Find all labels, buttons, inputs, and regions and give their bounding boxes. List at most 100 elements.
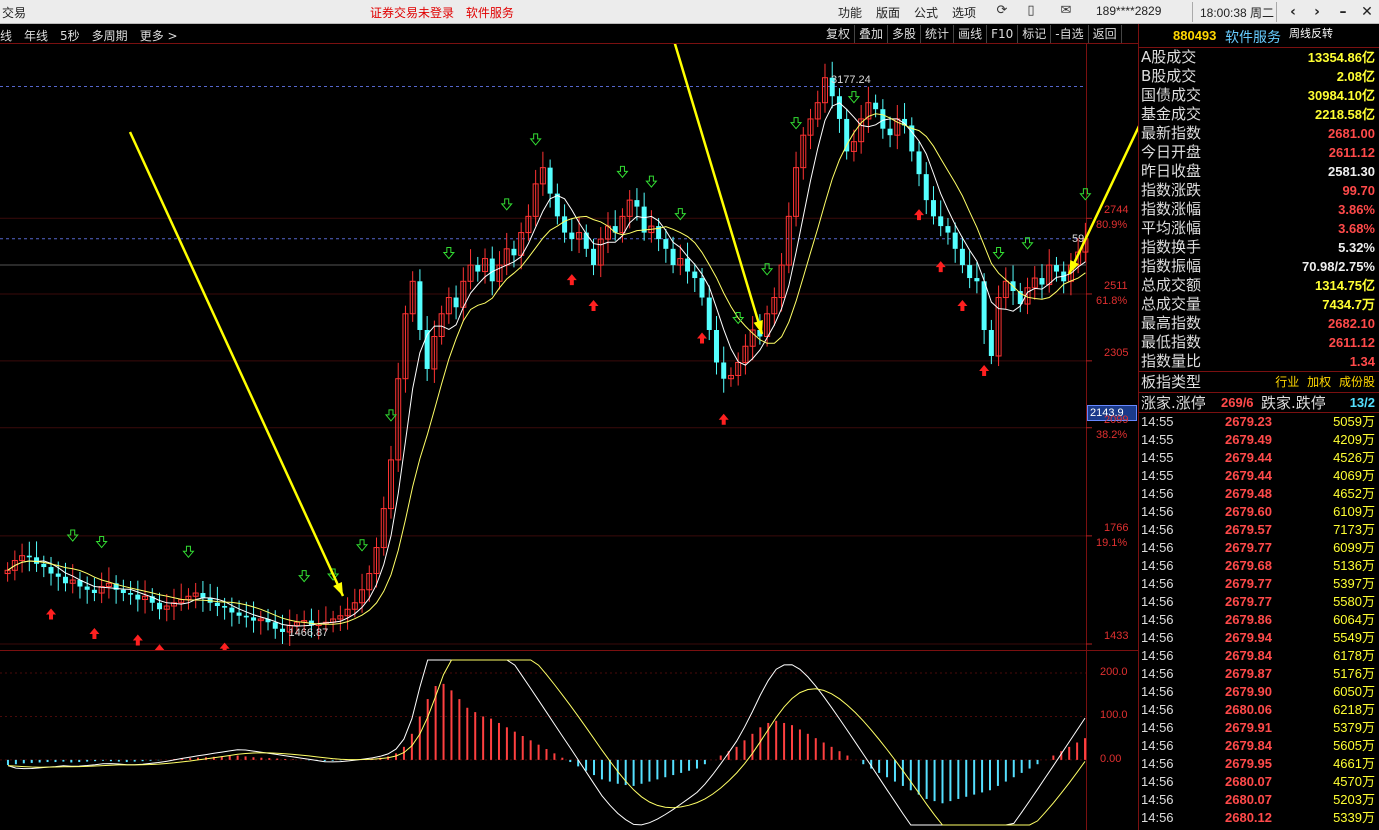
drawn-trend-arrow <box>670 33 764 335</box>
tick-row[interactable]: 14:55 2679.44 4526万 <box>1139 449 1379 467</box>
phone-icon[interactable]: ▯ <box>1023 3 1039 19</box>
price-axis-percent: 19.1% <box>1096 536 1128 549</box>
candle-body <box>562 216 568 233</box>
tick-row[interactable]: 14:56 2680.06 6218万 <box>1139 701 1379 719</box>
tick-row[interactable]: 14:56 2680.07 5203万 <box>1139 791 1379 809</box>
tick-price: 2679.86 <box>1225 612 1272 627</box>
tick-row[interactable]: 14:56 2680.07 4570万 <box>1139 773 1379 791</box>
candle-body <box>511 248 517 256</box>
tick-row[interactable]: 14:56 2679.95 4661万 <box>1139 755 1379 773</box>
tick-row[interactable]: 14:56 2679.87 5176万 <box>1139 665 1379 683</box>
tool-return[interactable]: 返回 <box>1089 25 1122 43</box>
kline-chart-svg[interactable] <box>0 27 1142 664</box>
candle-body <box>663 239 669 249</box>
buy-signal-arrow <box>89 628 100 640</box>
tick-volume: 5397万 <box>1333 576 1375 591</box>
link-constituents[interactable]: 成份股 <box>1339 375 1375 389</box>
tool-overlay[interactable]: 叠加 <box>855 25 889 43</box>
tick-row[interactable]: 14:56 2679.84 5605万 <box>1139 737 1379 755</box>
sell-signal-arrow <box>442 247 455 260</box>
tool-remove-watchlist[interactable]: -自选 <box>1051 25 1089 43</box>
tick-volume: 5136万 <box>1333 558 1375 573</box>
forward-arrow-icon[interactable]: › <box>1306 2 1328 22</box>
tick-row[interactable]: 14:56 2679.91 5379万 <box>1139 719 1379 737</box>
tick-time: 14:56 <box>1141 666 1174 681</box>
candle-body <box>272 622 278 629</box>
panel-header: 880493 软件服务 周线反转 <box>1139 24 1379 48</box>
tick-row[interactable]: 14:56 2679.77 5580万 <box>1139 593 1379 611</box>
tick-price: 2680.06 <box>1225 702 1272 717</box>
link-weighted[interactable]: 加权 <box>1307 375 1331 389</box>
stat-label: 昨日收盘 <box>1141 162 1202 180</box>
stat-value: 30984.10亿 <box>1307 88 1375 103</box>
period-year-line[interactable]: 年线 <box>24 27 48 44</box>
tool-f10[interactable]: F10 <box>987 25 1019 43</box>
tick-row[interactable]: 14:55 2679.23 5059万 <box>1139 413 1379 431</box>
back-arrow-icon[interactable]: ‹ <box>1282 2 1304 22</box>
candle-body <box>959 248 965 266</box>
refresh-icon[interactable]: ⟳ <box>994 3 1010 19</box>
period-more[interactable]: 更多 > <box>140 27 178 44</box>
tick-row[interactable]: 14:56 2679.86 6064万 <box>1139 611 1379 629</box>
tick-price: 2679.84 <box>1225 648 1272 663</box>
period-week-line[interactable]: 线 <box>0 27 12 44</box>
tick-row[interactable]: 14:56 2679.57 7173万 <box>1139 521 1379 539</box>
candle-body <box>453 297 459 308</box>
tool-draw-line[interactable]: 画线 <box>954 25 988 43</box>
tool-adjust[interactable]: 复权 <box>822 25 856 43</box>
macd-dea-line <box>7 659 1086 826</box>
index-name[interactable]: 软件服务 <box>1225 27 1281 47</box>
tick-row[interactable]: 14:56 2679.77 6099万 <box>1139 539 1379 557</box>
tick-price: 2679.23 <box>1225 414 1272 429</box>
app-title: 交易 <box>2 6 27 20</box>
tool-statistics[interactable]: 统计 <box>921 25 955 43</box>
tick-row[interactable]: 14:56 2680.12 5339万 <box>1139 809 1379 827</box>
candle-body <box>41 563 47 568</box>
menu-formula[interactable]: 公式 <box>914 4 938 21</box>
tick-row[interactable]: 14:56 2679.77 5397万 <box>1139 575 1379 593</box>
tool-multi-stock[interactable]: 多股 <box>888 25 922 43</box>
stat-row: A股成交 13354.86亿 <box>1139 48 1379 67</box>
software-service-link[interactable]: 软件服务 <box>466 6 514 20</box>
tick-row[interactable]: 14:55 2679.44 4069万 <box>1139 467 1379 485</box>
tick-row[interactable]: 14:56 2679.94 5549万 <box>1139 629 1379 647</box>
tick-row[interactable]: 14:56 2679.48 4652万 <box>1139 485 1379 503</box>
login-status-link[interactable]: 证券交易未登录 <box>370 6 454 20</box>
period-5-second[interactable]: 5秒 <box>60 27 80 44</box>
tick-volume: 6218万 <box>1333 702 1375 717</box>
tick-volume: 4526万 <box>1333 450 1375 465</box>
menu-function[interactable]: 功能 <box>838 4 862 21</box>
close-icon[interactable]: ✕ <box>1356 2 1378 22</box>
period-selector: 线 年线 5秒 多周期 更多 > <box>0 27 190 44</box>
macd-chart-svg[interactable] <box>0 650 1138 830</box>
tick-row[interactable]: 14:56 2679.60 6109万 <box>1139 503 1379 521</box>
login-notice[interactable]: 证券交易未登录 软件服务 <box>370 4 522 21</box>
candle-body <box>685 258 691 272</box>
mail-icon[interactable]: ✉ <box>1058 3 1074 19</box>
stat-row: 总成交额 1314.75亿 <box>1139 276 1379 295</box>
tick-row[interactable]: 14:56 2679.84 6178万 <box>1139 647 1379 665</box>
macd-chart[interactable]: 200.0 100.0 0.00 <box>0 650 1138 830</box>
tick-price: 2680.07 <box>1225 774 1272 789</box>
user-account[interactable]: 189****2829 <box>1096 4 1161 18</box>
tick-list[interactable]: 14:55 2679.23 5059万 14:55 2679.49 4209万 14:55 2… <box>1139 413 1379 827</box>
low-price-label: 1466.87 <box>288 627 329 639</box>
tool-mark[interactable]: 标记 <box>1018 25 1052 43</box>
kline-chart[interactable]: 3177.24 1466.87 59 2143.9 2744 80.9% 2511 6… <box>0 27 1142 664</box>
menu-options[interactable]: 选项 <box>952 4 976 21</box>
link-industry[interactable]: 行业 <box>1275 375 1299 389</box>
sell-signal-arrow <box>500 198 513 211</box>
tick-row[interactable]: 14:56 2679.90 6050万 <box>1139 683 1379 701</box>
candle-body <box>91 589 97 594</box>
candle-body <box>1039 278 1045 285</box>
tick-row[interactable]: 14:56 2679.68 5136万 <box>1139 557 1379 575</box>
minimize-icon[interactable]: – <box>1332 2 1354 22</box>
ma-line-5 <box>7 102 1086 627</box>
period-multi[interactable]: 多周期 <box>92 27 128 44</box>
candle-body <box>120 589 126 594</box>
candle-body <box>157 602 163 610</box>
sell-signal-arrow <box>355 539 369 552</box>
decline-label: 跌家.跌停 <box>1261 394 1326 412</box>
tick-row[interactable]: 14:55 2679.49 4209万 <box>1139 431 1379 449</box>
menu-layout[interactable]: 版面 <box>876 4 900 21</box>
